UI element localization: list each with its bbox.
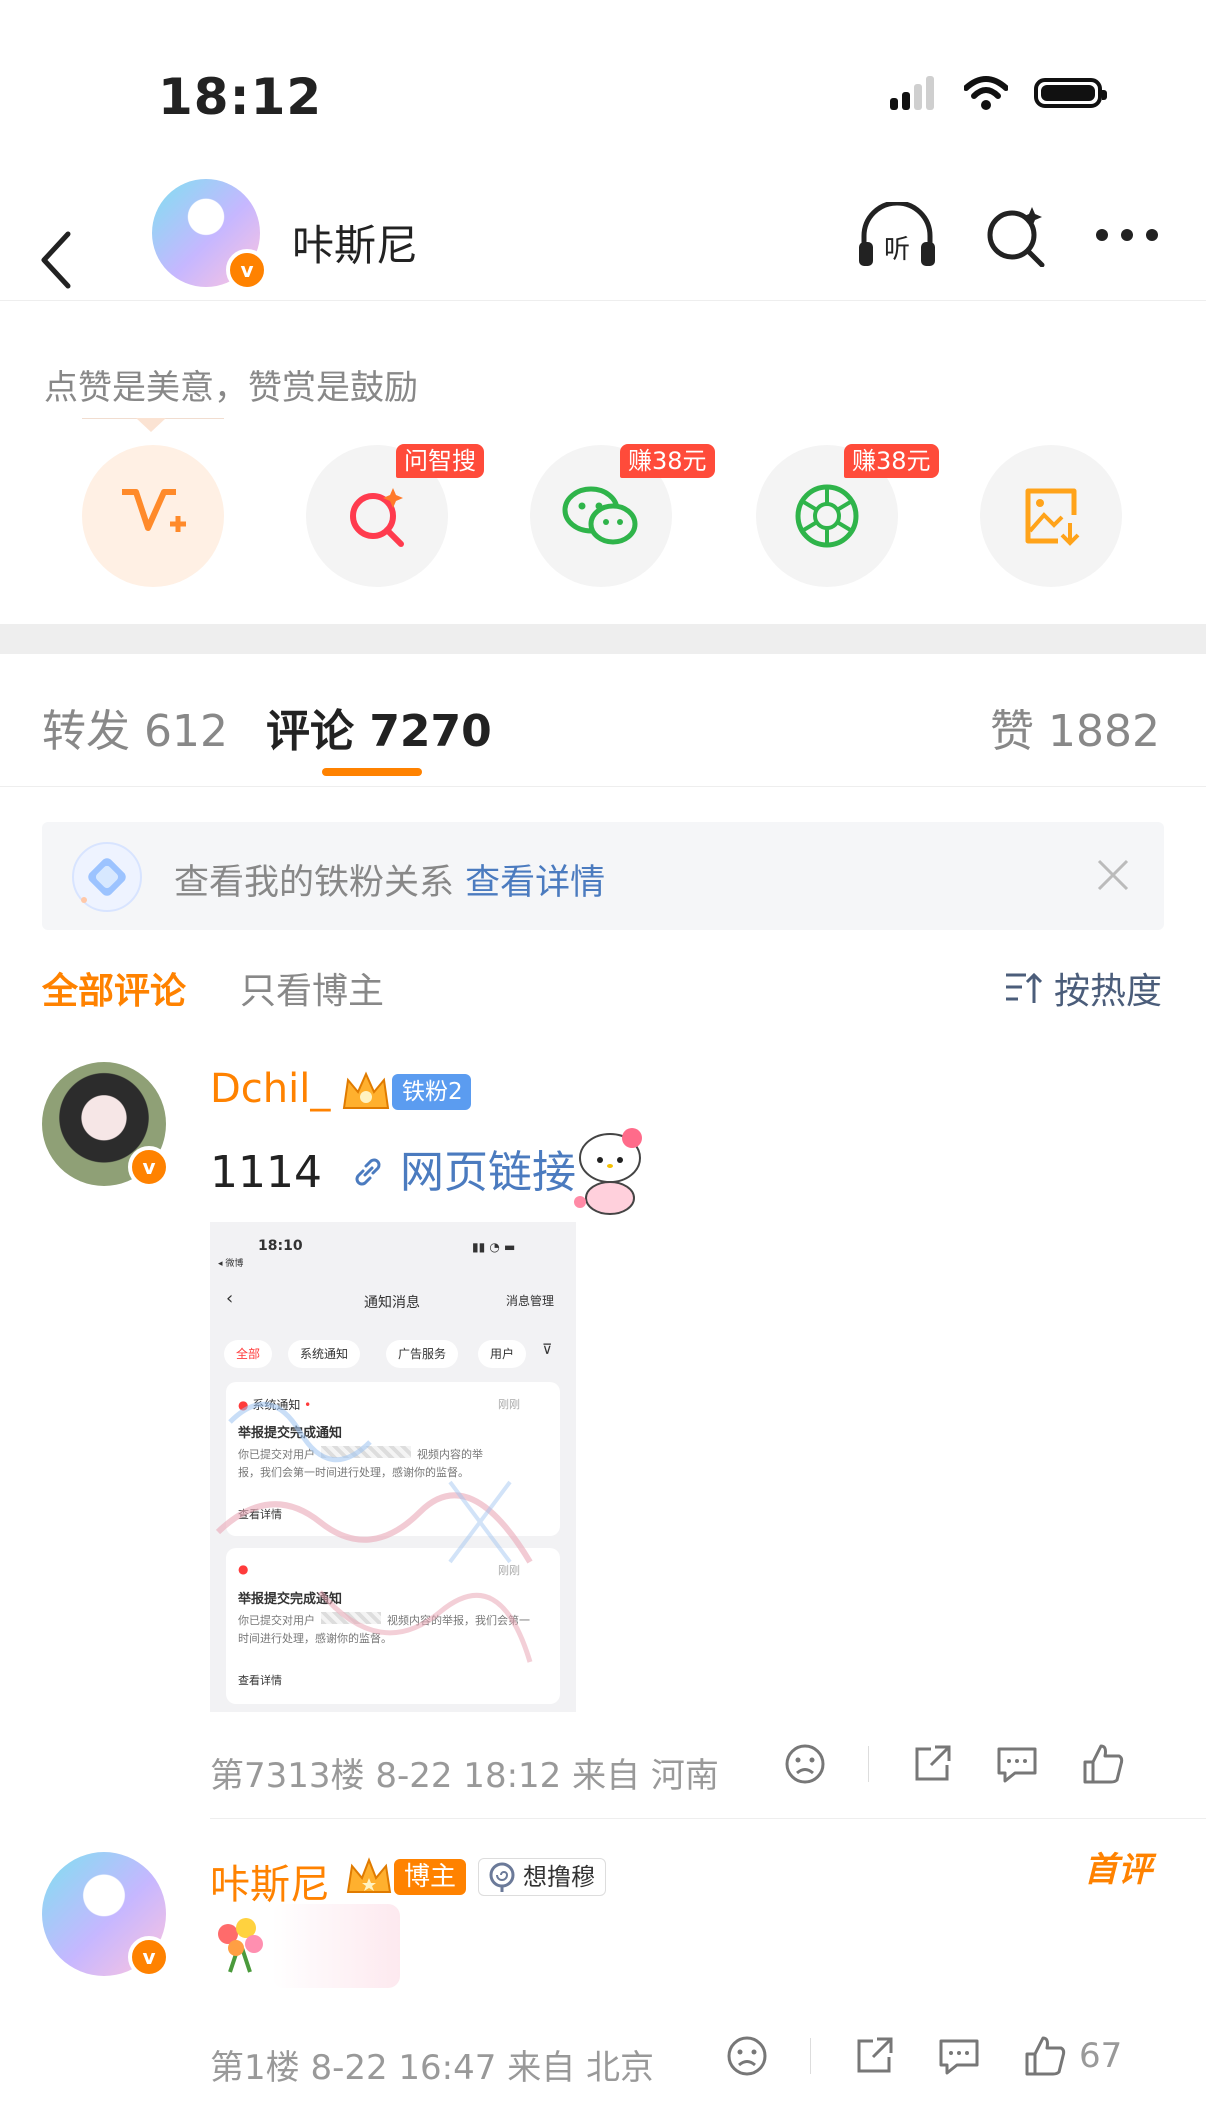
commenter-name[interactable]: 咔斯尼 bbox=[210, 1852, 330, 1910]
diamond-icon bbox=[72, 842, 142, 912]
comment-image[interactable]: 18:10 ◂ 微博 ▮▮ ◔ ▬ ‹ 通知消息 消息管理 全部 系统通知 广告… bbox=[210, 1222, 576, 1712]
like-icon[interactable] bbox=[1081, 1742, 1125, 1786]
verified-badge-icon: v bbox=[226, 249, 268, 291]
link-icon bbox=[355, 1158, 381, 1186]
sort-by-heat[interactable]: 按热度 bbox=[1004, 962, 1162, 1014]
wifi-icon bbox=[964, 76, 1008, 110]
ai-search-icon bbox=[350, 488, 404, 547]
tab-comments[interactable]: 评论 7270 bbox=[266, 695, 492, 759]
reply-icon[interactable] bbox=[937, 2035, 981, 2077]
listen-label: 听 bbox=[884, 235, 910, 265]
hello-kitty-sticker-icon bbox=[574, 1128, 642, 1215]
tag-ai-search: 问智搜 bbox=[396, 444, 484, 478]
comment-meta: 第7313楼 8-22 18:12 来自 河南 bbox=[210, 1756, 719, 1796]
tab-likes[interactable]: 赞 1882 bbox=[990, 695, 1160, 759]
save-image-icon bbox=[1025, 488, 1080, 546]
blogger-badge: 博主 bbox=[394, 1859, 467, 1895]
fan-banner-text: 查看我的铁粉关系 bbox=[174, 863, 455, 903]
status-time: 18:12 bbox=[158, 68, 323, 126]
top-nav: v 咔斯尼 听 bbox=[0, 170, 1206, 301]
shot-status-time: 18:10 bbox=[258, 1238, 303, 1254]
fan-banner-link[interactable]: 查看详情 bbox=[465, 863, 605, 903]
toolbar-separator bbox=[868, 1746, 869, 1782]
like-icon bbox=[1025, 2036, 1066, 2076]
flower-emoji-icon bbox=[218, 1918, 263, 1973]
commenter-name[interactable]: Dchil_ bbox=[210, 1066, 330, 1112]
shot-status-icons: ▮▮ ◔ ▬ bbox=[472, 1240, 516, 1254]
first-comment-label: 首评 bbox=[1084, 1850, 1152, 1890]
comment-toolbar: 67 bbox=[726, 2034, 1122, 2078]
fan-relation-banner[interactable]: 查看我的铁粉关系 查看详情 bbox=[42, 822, 1164, 930]
filter-all-comments[interactable]: 全部评论 bbox=[42, 962, 186, 1014]
tag-wechat: 赚38元 bbox=[620, 444, 715, 478]
author-avatar[interactable]: v bbox=[152, 179, 268, 291]
hint-pointer bbox=[136, 418, 166, 432]
shot-back-app: ◂ 微博 bbox=[218, 1259, 244, 1269]
filter-blogger-only[interactable]: 只看博主 bbox=[240, 962, 384, 1014]
wechat-icon bbox=[562, 486, 638, 545]
verified-badge-icon: v bbox=[128, 1936, 170, 1978]
crown-icon bbox=[346, 1857, 392, 1893]
action-vplus[interactable] bbox=[82, 445, 224, 587]
section-divider bbox=[0, 624, 1206, 654]
lollipop-icon bbox=[489, 1862, 515, 1892]
tabs-divider bbox=[0, 786, 1206, 787]
tag-moments: 赚38元 bbox=[844, 444, 939, 478]
close-icon[interactable] bbox=[1096, 858, 1130, 892]
topic-badge[interactable]: 想撸穆 bbox=[478, 1858, 607, 1896]
shot-filter-icon: ⊽ bbox=[542, 1342, 553, 1358]
web-link[interactable]: 网页链接 bbox=[400, 1147, 576, 1198]
commenter-avatar[interactable]: v bbox=[42, 1062, 170, 1188]
like-count: 67 bbox=[1079, 2036, 1123, 2076]
fan-badge-label: 铁粉2 bbox=[392, 1074, 471, 1110]
sort-label: 按热度 bbox=[1053, 971, 1162, 1012]
share-icon[interactable] bbox=[911, 1743, 953, 1785]
share-icon[interactable] bbox=[853, 2035, 895, 2077]
fan-level-badge: 铁粉2 bbox=[340, 1070, 471, 1114]
action-save-image[interactable] bbox=[980, 445, 1122, 587]
listen-headphones-icon[interactable]: 听 bbox=[856, 202, 938, 268]
like-button[interactable]: 67 bbox=[1023, 2034, 1122, 2078]
comment-toolbar bbox=[784, 1742, 1125, 1786]
comment-divider bbox=[210, 1818, 1206, 1819]
reply-icon[interactable] bbox=[995, 1743, 1039, 1785]
blogger-badges: 博主 想撸穆 bbox=[344, 1856, 607, 1898]
shot-back-icon: ‹ bbox=[226, 1288, 234, 1309]
sticker-image bbox=[272, 1904, 400, 1988]
comment-meta: 第1楼 8-22 16:47 来自 北京 bbox=[210, 2048, 655, 2088]
toolbar-separator bbox=[810, 2038, 811, 2074]
dislike-icon[interactable] bbox=[726, 2035, 768, 2077]
author-name[interactable]: 咔斯尼 bbox=[292, 212, 418, 273]
back-arrow-icon[interactable] bbox=[38, 230, 74, 290]
watermark-scribble-icon bbox=[215, 1401, 533, 1663]
status-icons bbox=[890, 76, 1107, 110]
moments-icon bbox=[795, 484, 859, 548]
commenter-avatar[interactable]: v bbox=[42, 1852, 170, 1978]
comment-text: 1114 bbox=[210, 1147, 322, 1198]
sort-icon bbox=[1005, 972, 1042, 1003]
shot-title: 通知消息 bbox=[364, 1295, 420, 1311]
ai-search-icon[interactable] bbox=[984, 203, 1048, 267]
tab-repost[interactable]: 转发 612 bbox=[42, 695, 228, 759]
signal-icon bbox=[890, 76, 938, 110]
topic-label: 想撸穆 bbox=[523, 1863, 596, 1891]
active-tab-indicator bbox=[322, 768, 422, 776]
more-icon[interactable] bbox=[1094, 227, 1160, 243]
battery-icon bbox=[1034, 78, 1107, 108]
crown-icon bbox=[342, 1071, 390, 1109]
dislike-icon[interactable] bbox=[784, 1743, 826, 1785]
reward-hint: 点赞是美意，赞赏是鼓励 bbox=[44, 368, 418, 408]
vplus-icon bbox=[122, 489, 186, 532]
shot-manage: 消息管理 bbox=[506, 1294, 555, 1308]
verified-badge-icon: v bbox=[128, 1146, 170, 1188]
